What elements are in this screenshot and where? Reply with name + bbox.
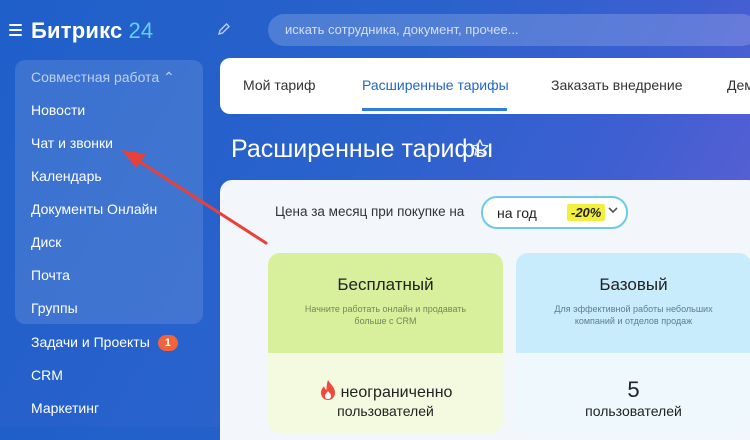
search-input[interactable]: искать сотрудника, документ, прочее...: [268, 14, 750, 46]
sidebar-item-tasks[interactable]: Задачи и Проекты 1: [31, 334, 178, 351]
sidebar-item-groups[interactable]: Группы: [31, 300, 78, 316]
logo-text: Битрикс: [31, 18, 123, 43]
tab-demo[interactable]: Дем: [727, 77, 750, 93]
logo[interactable]: Битрикс 24: [31, 18, 153, 44]
plan-card-basic[interactable]: Базовый Для эффективной работы небольших…: [516, 253, 750, 433]
tab-extended-plans[interactable]: Расширенные тарифы: [362, 77, 509, 93]
plan-header: Базовый Для эффективной работы небольших…: [516, 253, 750, 353]
tabs-bar: Мой тариф Расширенные тарифы Заказать вн…: [220, 58, 750, 114]
period-value: на год: [497, 205, 537, 221]
sidebar-group-collab: [15, 60, 203, 324]
logo-number: 24: [128, 18, 154, 43]
top-bar: Битрикс 24 искать сотрудника, документ, п…: [0, 0, 750, 60]
plan-card-free[interactable]: Бесплатный Начните работать онлайн и про…: [268, 253, 503, 433]
counter-badge: 1: [157, 335, 178, 351]
sidebar-item-disk[interactable]: Диск: [31, 234, 61, 250]
period-select[interactable]: на год -20%: [481, 196, 628, 229]
pencil-icon[interactable]: [217, 22, 231, 36]
sidebar-item-docs[interactable]: Документы Онлайн: [31, 201, 157, 217]
menu-icon[interactable]: [9, 24, 22, 36]
sidebar-item-label: Задачи и Проекты: [31, 334, 150, 350]
plan-users-label: пользователей: [337, 403, 434, 419]
plan-description: Для эффективной работы небольших компани…: [554, 304, 713, 326]
plan-users-value: 5: [627, 377, 640, 402]
star-icon[interactable]: [470, 138, 490, 164]
sidebar-item-calendar[interactable]: Календарь: [31, 168, 102, 184]
tab-my-plan[interactable]: Мой тариф: [243, 77, 315, 93]
plan-description: Начните работать онлайн и продавать боль…: [304, 304, 467, 326]
page-title: Расширенные тарифы: [231, 135, 493, 163]
active-tab-indicator: [362, 108, 507, 111]
sidebar-item-crm[interactable]: CRM: [31, 367, 63, 383]
sidebar-item-chat[interactable]: Чат и звонки: [31, 135, 113, 151]
discount-badge: -20%: [567, 204, 606, 221]
sidebar-item-mail[interactable]: Почта: [31, 267, 70, 283]
plan-users-label: пользователей: [585, 403, 682, 419]
sidebar-item-marketing[interactable]: Маркетинг: [31, 400, 99, 416]
chevron-down-icon: [607, 204, 619, 219]
plan-users: неограниченно: [268, 379, 503, 402]
sidebar-group-title[interactable]: Совместная работа ⌃: [31, 69, 175, 86]
sidebar-item-news[interactable]: Новости: [31, 102, 85, 118]
plan-header: Бесплатный Начните работать онлайн и про…: [268, 253, 503, 353]
plan-name: Базовый: [599, 275, 668, 294]
plan-users-value: неограниченно: [340, 384, 453, 401]
price-label: Цена за месяц при покупке на: [275, 204, 465, 219]
tab-order-implementation[interactable]: Заказать внедрение: [551, 77, 683, 93]
plan-name: Бесплатный: [337, 275, 434, 294]
fire-icon: [319, 379, 337, 401]
